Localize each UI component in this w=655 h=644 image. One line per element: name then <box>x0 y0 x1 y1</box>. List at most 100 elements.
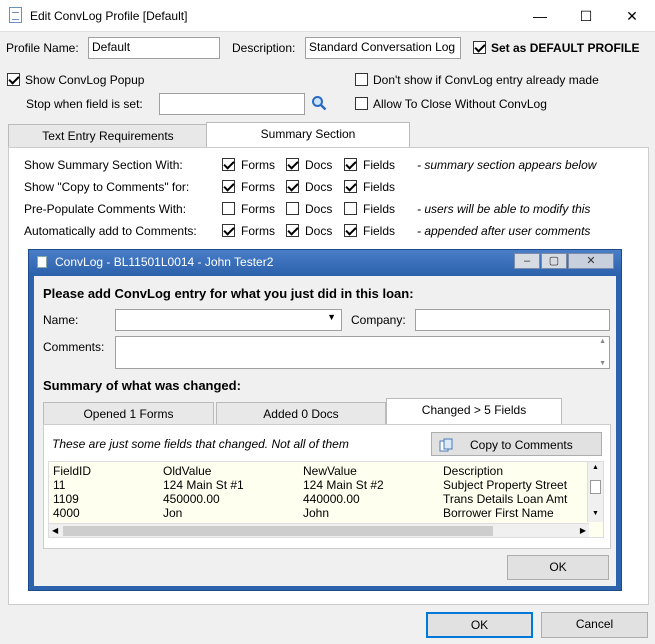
name-dropdown[interactable]: ▼ <box>115 309 342 331</box>
comments-textarea[interactable]: ▲ ▼ <box>115 336 610 369</box>
profile-name-input[interactable]: Default <box>88 37 220 59</box>
inner-minimize-icon[interactable]: – <box>514 253 540 269</box>
fields-label: Fields <box>363 224 396 238</box>
scroll-thumb[interactable] <box>63 526 493 536</box>
copy-to-comments-button[interactable]: Copy to Comments <box>431 432 602 456</box>
docs-checkbox[interactable] <box>286 180 299 193</box>
default-profile-checkbox[interactable] <box>473 41 486 54</box>
scroll-thumb[interactable] <box>590 480 601 494</box>
table-cell: 4000 <box>53 506 80 520</box>
tab-opened-forms[interactable]: Opened 1 Forms <box>43 402 214 426</box>
scroll-right-icon[interactable]: ▶ <box>580 526 586 535</box>
fields-checkbox[interactable] <box>344 224 357 237</box>
scroll-left-icon[interactable]: ◀ <box>52 526 58 535</box>
docs-label: Docs <box>305 180 333 194</box>
fields-label: Fields <box>363 158 396 172</box>
summary-row-note: - users will be able to modify this <box>417 202 591 216</box>
search-icon[interactable] <box>311 95 327 111</box>
description-label: Description: <box>232 41 296 55</box>
convlog-preview-window: ConvLog - BL11501L0014 - John Tester2 – … <box>28 249 622 591</box>
table-cell: 440000.00 <box>303 492 360 506</box>
default-profile-label: Set as DEFAULT PROFILE <box>491 41 640 55</box>
forms-label: Forms <box>241 180 275 194</box>
show-popup-checkbox[interactable] <box>7 73 20 86</box>
fields-checkbox[interactable] <box>344 202 357 215</box>
table-cell: Trans Details Loan Amt <box>443 492 568 506</box>
summary-row-note: - appended after user comments <box>417 224 591 238</box>
table-header-cell: FieldID <box>53 464 92 478</box>
inner-close-icon[interactable]: ✕ <box>568 253 614 269</box>
scroll-up-icon[interactable]: ▲ <box>592 464 599 471</box>
profile-name-label: Profile Name: <box>6 41 79 55</box>
inner-maximize-icon[interactable]: ▢ <box>541 253 567 269</box>
table-vscrollbar[interactable]: ▲ ▼ <box>587 462 603 522</box>
tab-text-entry-requirements[interactable]: Text Entry Requirements <box>8 124 208 148</box>
changed-fields-panel: These are just some fields that changed.… <box>43 424 611 549</box>
convlog-heading: Please add ConvLog entry for what you ju… <box>43 286 414 301</box>
forms-label: Forms <box>241 224 275 238</box>
chevron-down-icon: ▼ <box>327 312 336 322</box>
fields-checkbox[interactable] <box>344 158 357 171</box>
scroll-up-icon[interactable]: ▲ <box>599 338 606 345</box>
stop-when-input[interactable] <box>159 93 305 115</box>
forms-checkbox[interactable] <box>222 180 235 193</box>
table-cell: Borrower First Name <box>443 506 554 520</box>
summary-row-label: Automatically add to Comments: <box>24 224 197 238</box>
dont-show-checkbox[interactable] <box>355 73 368 86</box>
convlog-title: ConvLog - BL11501L0014 - John Tester2 <box>55 255 274 269</box>
table-cell: Subject Property Street <box>443 478 568 492</box>
summary-row-label: Show Summary Section With: <box>24 158 183 172</box>
table-header-cell: Description <box>443 464 504 478</box>
table-header-cell: NewValue <box>303 464 357 478</box>
convlog-body: Please add ConvLog entry for what you ju… <box>34 276 616 586</box>
ok-button[interactable]: OK <box>426 612 533 638</box>
dont-show-label: Don't show if ConvLog entry already made <box>373 73 599 87</box>
summary-row-label: Show "Copy to Comments" for: <box>24 180 190 194</box>
docs-checkbox[interactable] <box>286 158 299 171</box>
description-input[interactable]: Standard Conversation Log <box>305 37 461 59</box>
title-bar: Edit ConvLog Profile [Default] — ☐ ✕ <box>0 0 655 32</box>
allow-close-label: Allow To Close Without ConvLog <box>373 97 547 111</box>
fields-label: Fields <box>363 180 396 194</box>
document-icon <box>37 256 47 268</box>
forms-checkbox[interactable] <box>222 224 235 237</box>
close-button[interactable]: ✕ <box>609 0 655 32</box>
cancel-button[interactable]: Cancel <box>541 612 648 638</box>
show-popup-label: Show ConvLog Popup <box>25 73 145 87</box>
docs-checkbox[interactable] <box>286 224 299 237</box>
company-input[interactable] <box>415 309 610 331</box>
summary-row-label: Pre-Populate Comments With: <box>24 202 187 216</box>
copy-icon <box>439 437 453 452</box>
table-cell: 11 <box>53 478 66 492</box>
tab-added-docs[interactable]: Added 0 Docs <box>216 402 386 426</box>
docs-checkbox[interactable] <box>286 202 299 215</box>
fields-checkbox[interactable] <box>344 180 357 193</box>
fields-label: Fields <box>363 202 396 216</box>
forms-checkbox[interactable] <box>222 158 235 171</box>
allow-close-checkbox[interactable] <box>355 97 368 110</box>
tab-changed-fields[interactable]: Changed > 5 Fields <box>386 398 562 424</box>
table-cell: 124 Main St #1 <box>163 478 244 492</box>
company-label: Company: <box>351 313 406 327</box>
window-title: Edit ConvLog Profile [Default] <box>30 9 188 23</box>
table-cell: 1109 <box>53 492 79 506</box>
summary-heading: Summary of what was changed: <box>43 378 241 393</box>
stop-when-label: Stop when field is set: <box>26 97 143 111</box>
comments-label: Comments: <box>43 340 105 354</box>
table-cell: 124 Main St #2 <box>303 478 384 492</box>
table-cell: 450000.00 <box>163 492 220 506</box>
minimize-button[interactable]: — <box>517 0 563 32</box>
scroll-down-icon[interactable]: ▼ <box>592 510 599 517</box>
docs-label: Docs <box>305 224 333 238</box>
maximize-button[interactable]: ☐ <box>563 0 609 32</box>
forms-checkbox[interactable] <box>222 202 235 215</box>
docs-label: Docs <box>305 158 333 172</box>
name-label: Name: <box>43 313 79 327</box>
scroll-down-icon[interactable]: ▼ <box>599 360 606 367</box>
table-hscrollbar[interactable]: ◀ ▶ <box>49 523 589 537</box>
convlog-ok-button[interactable]: OK <box>507 555 609 580</box>
convlog-title-bar: ConvLog - BL11501L0014 - John Tester2 – … <box>29 250 621 274</box>
docs-label: Docs <box>305 202 333 216</box>
fields-note: These are just some fields that changed.… <box>52 437 349 451</box>
tab-summary-section[interactable]: Summary Section <box>206 122 410 148</box>
